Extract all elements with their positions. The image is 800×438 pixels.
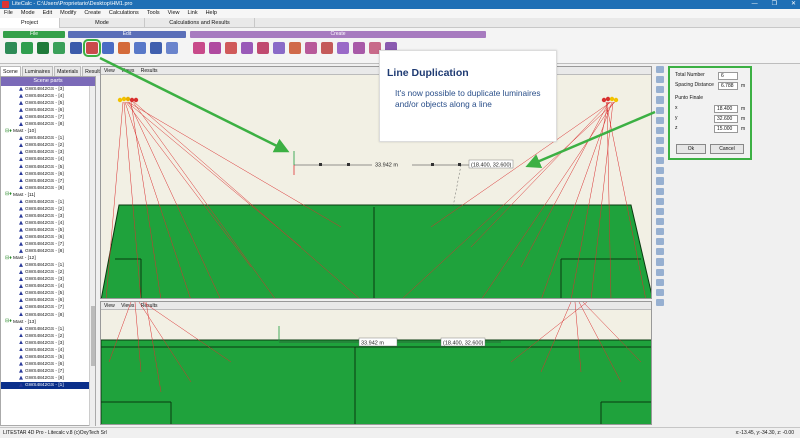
- spacing-label: Spacing Distance: [675, 82, 714, 88]
- y-unit: m: [741, 116, 746, 122]
- x-unit: m: [741, 106, 746, 112]
- z-unit: m: [741, 126, 746, 132]
- spacing-unit: m: [741, 83, 746, 89]
- arrow-to-duplicate-icon-path: [99, 56, 290, 153]
- total-number-input[interactable]: 6: [718, 72, 738, 80]
- ok-button[interactable]: Ok: [676, 144, 706, 154]
- final-point-label: Punto Finale: [675, 95, 704, 101]
- z-input[interactable]: 15.000: [714, 125, 738, 133]
- z-label: z: [675, 125, 678, 131]
- y-label: y: [675, 115, 678, 121]
- y-input[interactable]: 32.600: [714, 115, 738, 123]
- arrow-to-measure-line: [525, 110, 656, 169]
- status-left: LITESTAR 4D Pro - Litecalc v.8 (c)OxyTec…: [3, 430, 107, 436]
- x-label: x: [675, 105, 678, 111]
- status-bar: LITESTAR 4D Pro - Litecalc v.8 (c)OxyTec…: [0, 427, 800, 437]
- cancel-button[interactable]: Cancel: [710, 144, 744, 154]
- spacing-input[interactable]: 6.788: [718, 82, 738, 90]
- x-input[interactable]: 18.400: [714, 105, 738, 113]
- line-duplication-panel: Total Number 6 Spacing Distance 6.788 m …: [668, 66, 752, 160]
- total-number-label: Total Number: [675, 72, 705, 78]
